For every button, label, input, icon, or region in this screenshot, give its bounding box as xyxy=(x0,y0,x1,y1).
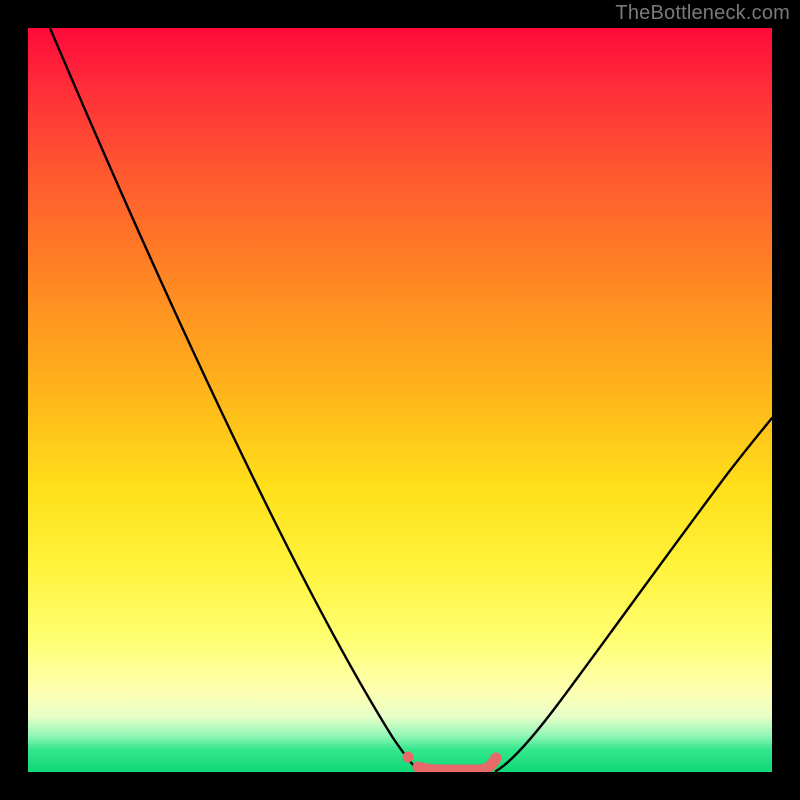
marker-dot xyxy=(403,752,414,763)
left-curve xyxy=(50,28,420,771)
minimum-band-marker xyxy=(418,758,496,770)
plot-area xyxy=(28,28,772,772)
chart-frame: TheBottleneck.com xyxy=(0,0,800,800)
curve-layer xyxy=(28,28,772,772)
watermark-text: TheBottleneck.com xyxy=(615,2,790,25)
right-curve xyxy=(496,418,772,771)
